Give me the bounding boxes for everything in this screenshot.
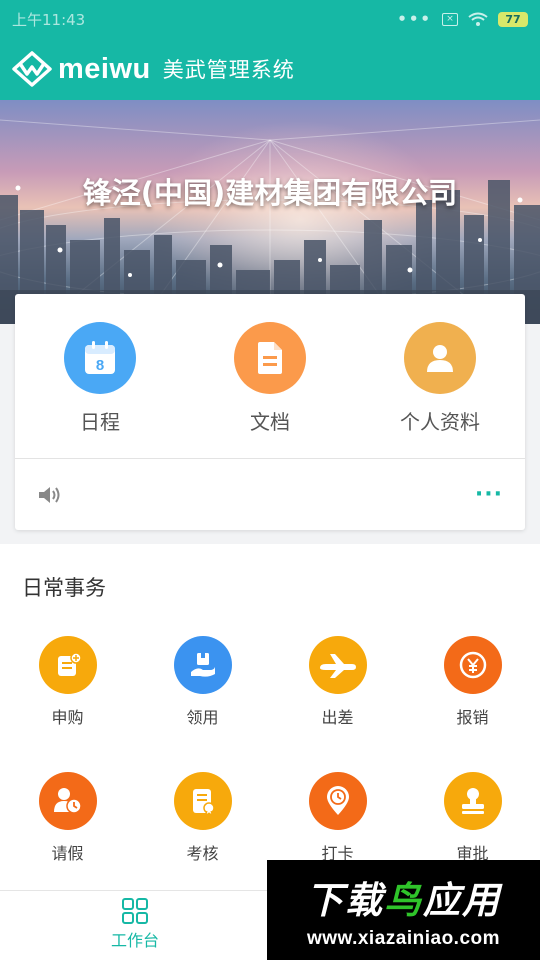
- quick-document[interactable]: 文档: [185, 294, 355, 458]
- app-title: 美武管理系统: [162, 58, 295, 82]
- quick-label: 日程: [80, 410, 120, 434]
- svg-text:8: 8: [96, 357, 104, 374]
- wifi-icon: [468, 12, 488, 26]
- section-title: 日常事务: [22, 576, 106, 600]
- daily-item-receive[interactable]: 领用: [135, 636, 270, 772]
- company-name: 锋泾(中国)建材集团有限公司: [82, 176, 458, 210]
- document-icon: [234, 322, 306, 394]
- reimburse-icon: [443, 636, 502, 694]
- quick-label: 文档: [250, 410, 290, 434]
- calendar-icon: 8: [64, 322, 136, 394]
- person-icon: [404, 322, 476, 394]
- grid-icon: [122, 898, 148, 924]
- brand-name: meiwu: [58, 52, 151, 85]
- receive-icon: [173, 636, 232, 694]
- more-button[interactable]: ···: [475, 482, 503, 507]
- daily-label: 请假: [51, 844, 84, 863]
- nav-workbench[interactable]: 工作台: [60, 897, 210, 951]
- daily-label: 考核: [186, 844, 219, 863]
- watermark-logo: 下载鸟应用 www.xiazainiao.com: [267, 860, 540, 960]
- app-bar: meiwu 美武管理系统: [0, 38, 540, 100]
- quick-schedule[interactable]: 8 日程: [15, 294, 185, 458]
- airplane-icon: [308, 636, 367, 694]
- quick-actions-card: 8 日程 文档 个人资料 ···: [15, 294, 525, 530]
- city-skyline-image: [0, 119, 540, 324]
- purchase-icon: [38, 636, 97, 694]
- battery-indicator: 77: [498, 11, 528, 27]
- daily-item-leave[interactable]: 请假: [0, 772, 135, 908]
- watermark-url: www.xiazainiao.com: [306, 928, 501, 949]
- speaker-icon: [39, 486, 60, 503]
- daily-item-purchase[interactable]: 申购: [0, 636, 135, 772]
- daily-item-business-trip[interactable]: 出差: [270, 636, 405, 772]
- status-icons: ••• × 77: [397, 10, 528, 28]
- company-banner: 锋泾(中国)建材集团有限公司: [0, 100, 540, 324]
- daily-label: 领用: [186, 708, 219, 727]
- quick-profile[interactable]: 个人资料: [355, 294, 525, 458]
- daily-label: 出差: [321, 708, 354, 727]
- status-bar: 上午11:43 ••• × 77: [0, 0, 540, 38]
- notice-bar[interactable]: ···: [15, 459, 525, 530]
- leave-icon: [38, 772, 97, 830]
- daily-label: 报销: [456, 708, 489, 727]
- daily-affairs-section: 日常事务 申购 领用 出差 报销 请假 考核 打卡 审批: [0, 544, 540, 890]
- daily-item-assessment[interactable]: 考核: [135, 772, 270, 908]
- quick-label: 个人资料: [400, 410, 480, 434]
- clock-in-icon: [308, 772, 367, 830]
- nav-label: 工作台: [110, 931, 159, 950]
- assessment-icon: [173, 772, 232, 830]
- daily-label: 申购: [51, 708, 84, 727]
- notification-dots-icon: •••: [397, 10, 432, 28]
- daily-item-reimburse[interactable]: 报销: [405, 636, 540, 772]
- status-time: 上午11:43: [12, 10, 86, 29]
- meiwu-logo-icon: [12, 51, 52, 87]
- approve-icon: [443, 772, 502, 830]
- sim-icon: ×: [442, 12, 458, 26]
- watermark-title: 下载鸟应用: [306, 879, 501, 922]
